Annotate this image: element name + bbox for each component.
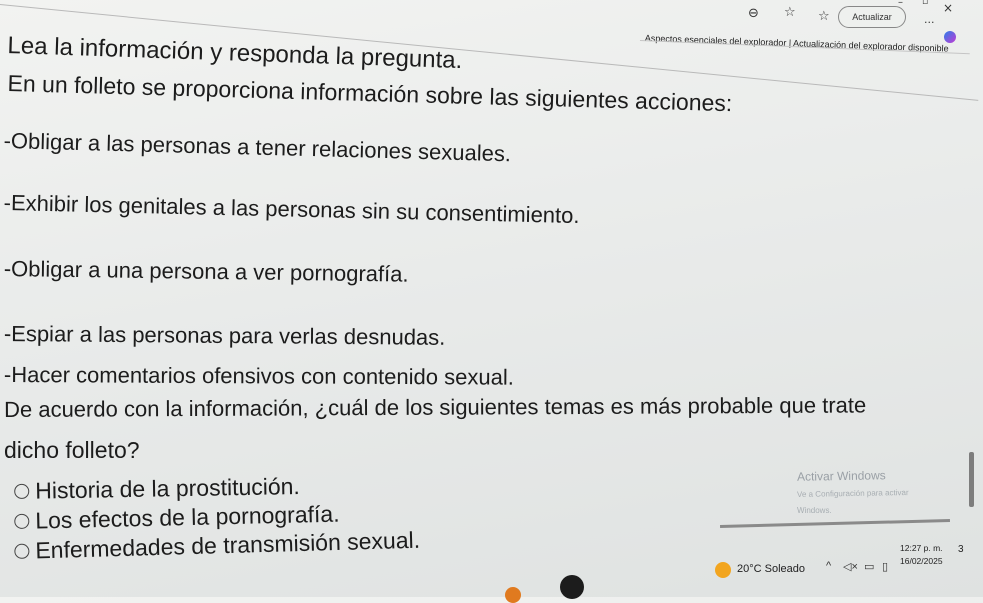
network-icon[interactable]: ▭ xyxy=(864,560,874,573)
close-icon[interactable]: × xyxy=(943,2,953,14)
action-item: -Hacer comentarios ofensivos con conteni… xyxy=(3,362,514,390)
more-options-icon[interactable]: ... xyxy=(924,14,935,25)
activation-watermark-line: Ve a Configuración para activar xyxy=(796,488,909,499)
radio-button[interactable] xyxy=(14,483,30,499)
activation-watermark-line: Windows. xyxy=(797,506,832,515)
app-taskbar-icon[interactable] xyxy=(560,575,584,599)
update-button[interactable]: Actualizar xyxy=(838,6,906,28)
radio-button[interactable] xyxy=(14,543,30,559)
action-item: -Obligar a una persona a ver pornografía… xyxy=(3,256,409,287)
activation-watermark-title: Activar Windows xyxy=(796,468,886,484)
sun-icon[interactable] xyxy=(715,562,731,578)
radio-button[interactable] xyxy=(14,513,30,529)
clock-date: 16/02/2025 xyxy=(900,556,943,566)
action-item: -Exhibir los genitales a las personas si… xyxy=(3,190,580,229)
action-item: -Obligar a las personas a tener relacion… xyxy=(3,128,512,167)
weather-widget[interactable]: 20°C Soleado xyxy=(737,563,805,575)
favorite-star-icon[interactable]: ☆ xyxy=(784,6,796,19)
notification-icon[interactable]: 3 xyxy=(958,544,972,562)
answer-option[interactable]: Historia de la prostitución. xyxy=(14,473,300,505)
action-item: -Espiar a las personas para verlas desnu… xyxy=(3,321,446,350)
favorites-list-icon[interactable]: ☆ xyxy=(818,10,830,23)
prompt-text-continued: dicho folleto? xyxy=(4,437,140,463)
notification-count: 3 xyxy=(958,544,964,555)
clock-time: 12:27 p. m. xyxy=(900,543,943,553)
option-label: Historia de la prostitución. xyxy=(34,473,301,504)
maximize-icon[interactable]: ▫ xyxy=(922,0,928,7)
horizontal-scrollbar[interactable] xyxy=(720,518,950,529)
taskbar-clock[interactable]: 12:27 p. m. 16/02/2025 xyxy=(900,542,943,568)
minimize-icon[interactable]: – xyxy=(898,0,903,8)
prompt-text: De acuerdo con la información, ¿cuál de … xyxy=(4,392,867,422)
intro-text: En un folleto se proporciona información… xyxy=(7,70,733,117)
vertical-scrollbar[interactable] xyxy=(969,452,974,507)
account-icon[interactable]: ⊖ xyxy=(748,7,759,20)
copilot-icon[interactable] xyxy=(944,31,956,43)
battery-icon[interactable]: ▯ xyxy=(882,560,888,573)
app-taskbar-icon[interactable] xyxy=(505,587,521,603)
chevron-up-icon[interactable]: ^ xyxy=(826,560,831,572)
volume-icon[interactable]: ◁× xyxy=(843,560,858,573)
